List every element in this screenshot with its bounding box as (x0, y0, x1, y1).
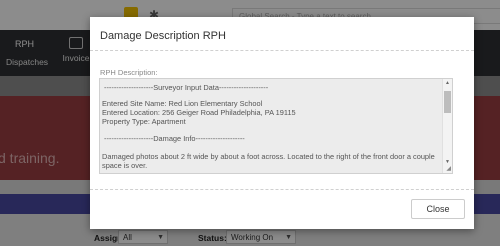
text-line: Property Type: Apartment (102, 117, 186, 126)
scroll-up-arrow-icon[interactable]: ▲ (444, 80, 451, 87)
dialog-header: Damage Description RPH (90, 17, 474, 51)
text-line: Entered Site Name: Red Lion Elementary S… (102, 99, 263, 108)
text-line: --------------------Surveyor Input Data-… (104, 83, 269, 92)
scrollbar-thumb[interactable] (444, 91, 451, 113)
dialog-title: Damage Description RPH (100, 30, 226, 42)
text-line: Entered Location: 256 Geiger Road Philad… (102, 108, 296, 117)
text-line: Damaged photos about 2 ft wide by about … (102, 152, 435, 161)
rph-description-textarea[interactable]: --------------------Surveyor Input Data-… (99, 78, 453, 174)
damage-description-dialog: Damage Description RPH RPH Description: … (90, 17, 474, 229)
resize-grip-icon[interactable]: ◢ (446, 165, 451, 172)
rph-description-label: RPH Description: (100, 68, 158, 77)
text-line: --------------------Damage Info---------… (104, 134, 245, 143)
text-line: space is over. (102, 161, 148, 170)
textarea-scrollbar[interactable]: ▲ ▼ (442, 79, 452, 173)
close-button[interactable]: Close (411, 199, 465, 219)
